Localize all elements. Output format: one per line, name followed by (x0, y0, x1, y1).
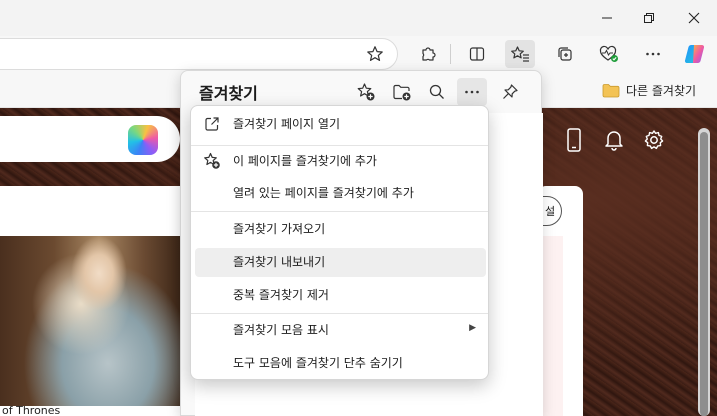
menu-item-add-this-page[interactable]: 이 페이지를 즐겨찾기에 추가 (195, 147, 486, 176)
collections-icon (558, 47, 572, 61)
menu-item-open-favorites-page[interactable]: 즐겨찾기 페이지 열기 (195, 110, 486, 139)
menu-item-label: 중복 즐겨찾기 제거 (233, 288, 329, 302)
menu-item-label: 즐겨찾기 페이지 열기 (233, 117, 340, 131)
close-icon (688, 12, 700, 24)
add-current-page-button[interactable] (351, 78, 381, 106)
menu-divider (191, 145, 488, 146)
minimize-button[interactable] (592, 6, 622, 30)
search-icon (429, 84, 444, 99)
copilot-button[interactable] (680, 40, 710, 68)
heart-pulse-icon (599, 45, 618, 62)
puzzle-icon (422, 47, 436, 61)
folder-icon (602, 83, 620, 97)
page-scrollbar-thumb[interactable] (700, 132, 708, 416)
more-horizontal-icon (646, 52, 660, 56)
favorites-more-menu: 즐겨찾기 페이지 열기 이 페이지를 즐겨찾기에 추가 열려 있는 페이지를 즐… (190, 105, 489, 380)
restore-button[interactable] (634, 6, 664, 30)
menu-item-label: 열려 있는 페이지를 즐겨찾기에 추가 (233, 186, 414, 200)
minimize-icon (602, 17, 612, 19)
copilot-search-icon[interactable] (128, 125, 158, 155)
star-add-icon (357, 83, 375, 101)
address-bar[interactable] (0, 38, 398, 70)
favorites-button[interactable] (505, 40, 535, 68)
favorites-panel-title: 즐겨찾기 (199, 84, 258, 103)
folder-add-icon (393, 84, 411, 101)
star-add-icon (203, 152, 221, 170)
mobile-phone-icon (567, 128, 581, 152)
close-button[interactable] (679, 6, 709, 30)
menu-divider (191, 313, 488, 314)
menu-item-add-open-pages[interactable]: 열려 있는 페이지를 즐겨찾기에 추가 (195, 179, 486, 208)
menu-item-remove-duplicates[interactable]: 중복 즐겨찾기 제거 (195, 281, 486, 310)
menu-divider (191, 211, 488, 212)
split-screen-button[interactable] (462, 40, 492, 68)
split-screen-icon (469, 47, 485, 61)
browser-essentials-button[interactable] (594, 40, 624, 68)
mobile-page-button[interactable] (562, 127, 586, 153)
news-photo-caption[interactable]: of Thrones (0, 406, 180, 416)
page-settings-button[interactable] (642, 127, 666, 153)
toolbar-divider (450, 44, 451, 64)
search-favorites-button[interactable] (422, 78, 452, 106)
more-options-button[interactable] (457, 78, 487, 106)
other-favorites-folder[interactable]: 다른 즐겨찾기 (602, 80, 696, 100)
more-horizontal-icon (465, 90, 479, 94)
notifications-button[interactable] (602, 127, 626, 153)
menu-item-import-favorites[interactable]: 즐겨찾기 가져오기 (195, 215, 486, 244)
menu-item-show-favorites-bar[interactable]: 즐겨찾기 모음 표시 ▶ (195, 316, 486, 345)
menu-item-label: 도구 모음에 즐겨찾기 단추 숨기기 (233, 356, 403, 370)
gear-icon (644, 130, 664, 150)
menu-item-label: 이 페이지를 즐겨찾기에 추가 (233, 154, 377, 168)
menu-item-hide-favorites-button[interactable]: 도구 모음에 즐겨찾기 단추 숨기기 (195, 349, 486, 378)
extensions-button[interactable] (413, 40, 443, 68)
favorites-list-icon (511, 46, 529, 62)
add-favorite-button[interactable] (360, 40, 390, 68)
copilot-icon (684, 44, 705, 64)
menu-item-export-favorites[interactable]: 즐겨찾기 내보내기 (195, 248, 486, 277)
add-folder-button[interactable] (387, 78, 417, 106)
star-outline-icon (367, 46, 383, 61)
open-external-icon (203, 115, 221, 133)
menu-item-label: 즐겨찾기 가져오기 (233, 222, 326, 236)
browser-toolbar (0, 36, 717, 72)
pin-panel-button[interactable] (495, 78, 525, 106)
bell-icon (605, 131, 623, 151)
title-bar (0, 0, 717, 36)
collections-button[interactable] (550, 40, 580, 68)
pin-icon (503, 84, 518, 99)
menu-item-label: 즐겨찾기 내보내기 (233, 255, 326, 269)
settings-more-button[interactable] (638, 40, 668, 68)
menu-item-label: 즐겨찾기 모음 표시 (233, 323, 329, 337)
other-favorites-label: 다른 즐겨찾기 (626, 83, 697, 98)
restore-icon (644, 13, 654, 23)
submenu-arrow-icon: ▶ (469, 323, 476, 333)
news-photo[interactable] (0, 236, 180, 406)
